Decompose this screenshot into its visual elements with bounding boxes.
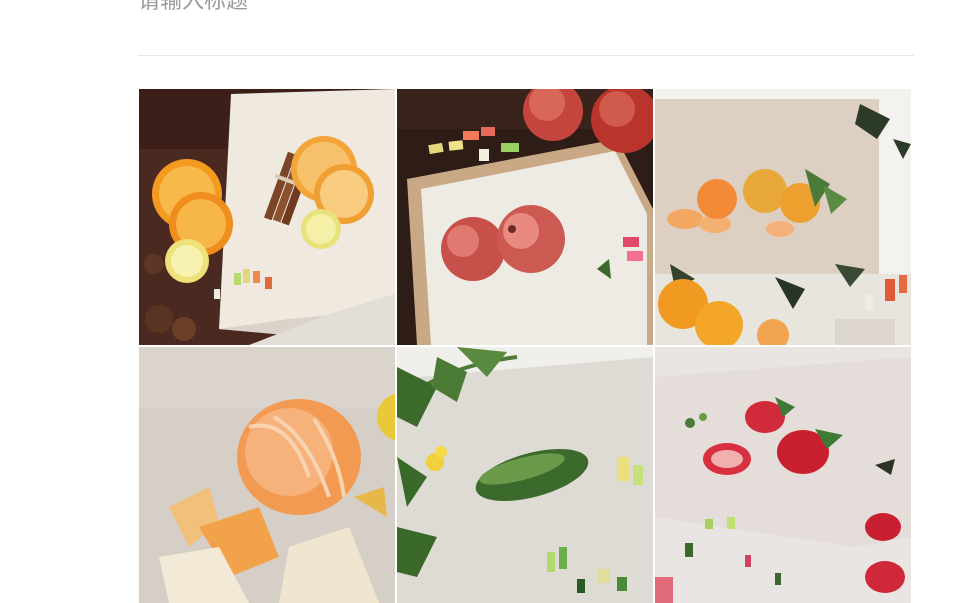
gallery-image-oranges[interactable] <box>139 89 395 345</box>
image-grid <box>139 89 912 603</box>
gallery-image-peeled-tangerine[interactable] <box>139 347 395 603</box>
oranges-drawing-image <box>139 89 395 345</box>
peeled-tangerine-drawing-image <box>139 347 395 603</box>
gallery-image-pomegranates[interactable] <box>397 89 653 345</box>
title-input[interactable] <box>138 0 738 16</box>
gallery-image-cucumber[interactable] <box>397 347 653 603</box>
tangerines-drawing-image <box>655 89 911 345</box>
divider <box>138 55 914 56</box>
gallery-image-strawberries[interactable] <box>655 347 911 603</box>
pomegranates-drawing-image <box>397 89 653 345</box>
gallery-image-tangerines[interactable] <box>655 89 911 345</box>
strawberries-drawing-image <box>655 347 911 603</box>
cucumber-drawing-image <box>397 347 653 603</box>
